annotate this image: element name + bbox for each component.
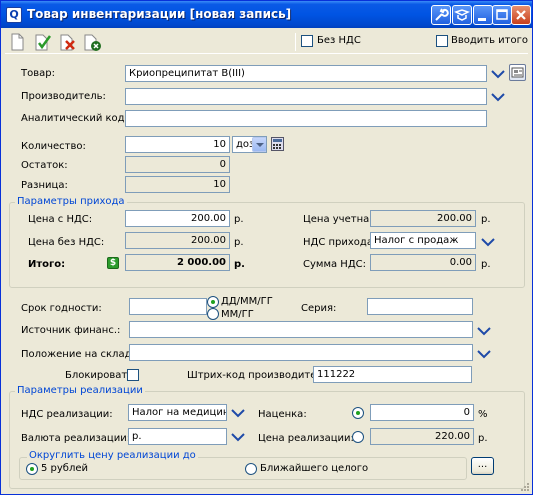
format-ddmmyy-label: ДД/ММ/ГГ — [221, 296, 273, 307]
funding-source-chevron-down-icon[interactable] — [477, 325, 491, 337]
sales-params-title: Параметры реализации — [15, 385, 145, 397]
price-without-vat-currency: р. — [234, 237, 244, 248]
sale-price-label: Цена реализации: — [258, 433, 354, 444]
money-icon[interactable]: $ — [107, 257, 119, 269]
block-label: Блокировать — [65, 370, 134, 381]
total-field: 2 000.00 — [125, 254, 230, 271]
funding-source-field[interactable] — [129, 321, 473, 338]
settings-wrench-icon[interactable] — [431, 5, 451, 25]
sale-price-radio[interactable] — [352, 431, 364, 443]
app-icon: Q — [6, 7, 22, 23]
barcode-label: Штрих-код производителя: — [187, 370, 333, 381]
remainder-label: Остаток: — [21, 160, 68, 171]
receipt-vat-chevron-down-icon[interactable] — [481, 236, 495, 248]
price-without-vat-label: Цена без НДС: — [28, 237, 105, 248]
markup-unit: % — [478, 409, 488, 420]
markup-radio[interactable] — [352, 407, 364, 419]
sales-vat-label: НДС реализации: — [21, 409, 113, 420]
funding-source-label: Источник финанс.: — [21, 325, 121, 336]
price-without-vat-field: 200.00 — [125, 232, 230, 249]
close-button[interactable] — [511, 5, 531, 25]
resize-grip-icon[interactable] — [518, 480, 530, 492]
save-check-icon[interactable] — [32, 32, 52, 52]
sales-currency-label: Валюта реализации: — [21, 433, 131, 444]
format-mmyy-label: ММ/ГГ — [221, 309, 254, 320]
vat-sum-field: 0.00 — [370, 254, 476, 271]
manufacturer-label: Производитель: — [21, 91, 106, 102]
total-label: Итого: — [28, 259, 66, 270]
receipt-params-title: Параметры прихода — [15, 196, 127, 208]
no-vat-label: Без НДС — [317, 35, 361, 46]
help-book-icon[interactable] — [452, 5, 472, 25]
more-options-button[interactable]: ... — [471, 457, 494, 475]
rounding-title: Округлить цену реализации до — [27, 450, 198, 462]
product-label: Товар: — [21, 68, 55, 79]
toolbar-separator — [5, 53, 528, 54]
storage-position-chevron-down-icon[interactable] — [477, 348, 491, 360]
storage-position-field[interactable] — [129, 344, 473, 361]
block-checkbox[interactable] — [127, 369, 139, 381]
expiry-field[interactable] — [129, 298, 207, 315]
unit-dropdown-arrow-icon[interactable] — [252, 137, 266, 152]
format-mmyy-radio[interactable] — [207, 308, 219, 320]
minimize-button[interactable] — [473, 5, 493, 25]
expiry-label: Срок годности: — [21, 303, 102, 314]
round-5-label: 5 рублей — [41, 463, 89, 474]
storage-position-label: Положение на складе: — [21, 349, 142, 360]
markup-label: Наценка: — [258, 409, 307, 420]
account-price-field: 200.00 — [370, 210, 476, 227]
analytic-code-label: Аналитический код: — [21, 113, 128, 124]
format-ddmmyy-radio[interactable] — [207, 296, 219, 308]
sale-price-field: 220.00 — [370, 428, 474, 445]
unit-select[interactable]: доз — [232, 136, 267, 153]
inventory-item-window: Q Товар инвентаризации [новая запись] Бе… — [0, 0, 533, 495]
toolbar-divider — [295, 33, 296, 51]
difference-field: 10 — [125, 176, 230, 193]
barcode-field[interactable]: 111222 — [313, 366, 472, 383]
remainder-field: 0 — [125, 156, 230, 173]
round-whole-label: Ближайшего целого — [260, 463, 369, 474]
analytic-code-field[interactable] — [125, 110, 487, 127]
price-with-vat-field[interactable]: 200.00 — [125, 210, 230, 227]
receipt-vat-field[interactable]: Налог с продаж — [370, 232, 476, 249]
sale-price-unit: р. — [478, 433, 488, 444]
series-label: Серия: — [301, 303, 337, 314]
price-with-vat-currency: р. — [234, 214, 244, 225]
price-with-vat-label: Цена с НДС: — [28, 214, 93, 225]
delete-record-icon[interactable] — [82, 32, 102, 52]
round-whole-radio[interactable] — [245, 463, 257, 475]
calculator-icon[interactable] — [271, 137, 284, 151]
manufacturer-chevron-down-icon[interactable] — [491, 91, 505, 103]
product-field[interactable]: Криопреципитат В(III) — [125, 65, 487, 82]
sales-currency-field[interactable]: р. — [128, 428, 227, 445]
markup-field[interactable]: 0 — [370, 404, 474, 421]
sales-vat-field[interactable]: Налог на медицинск — [128, 404, 227, 421]
new-document-icon[interactable] — [7, 32, 27, 52]
account-price-currency: р. — [481, 214, 491, 225]
title-bar[interactable]: Q Товар инвентаризации [новая запись] — [1, 1, 532, 28]
no-vat-checkbox[interactable] — [301, 35, 313, 47]
account-price-label: Цена учетная: — [303, 214, 379, 225]
cancel-x-icon[interactable] — [57, 32, 77, 52]
vat-sum-currency: р. — [481, 259, 491, 270]
product-chevron-down-icon[interactable] — [491, 68, 505, 80]
difference-label: Разница: — [21, 180, 68, 191]
total-currency: р. — [234, 259, 245, 270]
quantity-label: Количество: — [21, 141, 86, 152]
sales-currency-chevron-down-icon[interactable] — [231, 431, 245, 443]
series-field[interactable] — [367, 298, 473, 315]
product-card-icon[interactable] — [509, 64, 526, 81]
receipt-vat-label: НДС прихода: — [303, 237, 377, 248]
round-5-radio[interactable] — [26, 463, 38, 475]
sales-vat-chevron-down-icon[interactable] — [231, 407, 245, 419]
manufacturer-field[interactable] — [125, 88, 487, 105]
maximize-button[interactable] — [492, 5, 512, 25]
enter-total-checkbox[interactable] — [436, 35, 448, 47]
quantity-field[interactable]: 10 — [125, 136, 230, 153]
window-title: Товар инвентаризации [новая запись] — [27, 7, 292, 21]
vat-sum-label: Сумма НДС: — [303, 259, 366, 270]
enter-total-label: Вводить итого — [451, 35, 528, 46]
